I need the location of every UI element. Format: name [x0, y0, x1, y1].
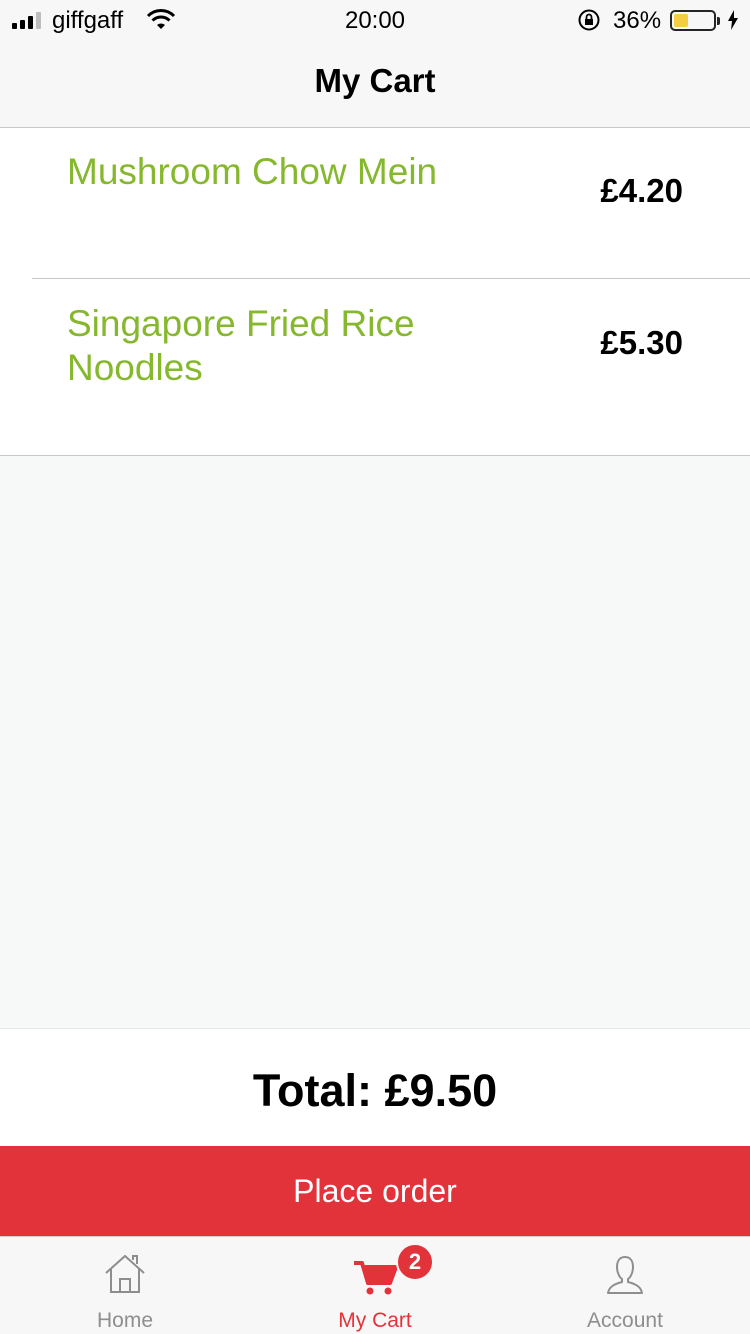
cart-icon — [354, 1261, 398, 1295]
cart-item-name: Mushroom Chow Mein — [67, 151, 438, 192]
cart-item[interactable]: Singapore Fried Rice Noodles £5.30 — [0, 278, 750, 455]
tab-account-label: Account — [587, 1309, 663, 1332]
charging-bolt-icon — [728, 10, 738, 30]
top-bar: giffgaff 20:00 36% My Cart — [0, 0, 750, 128]
tab-home-label: Home — [96, 1309, 154, 1332]
cart-item-name: Singapore Fried Rice Noodles — [67, 303, 415, 388]
cart-item[interactable]: Mushroom Chow Mein £4.20 — [0, 128, 750, 278]
cart-list: Mushroom Chow Mein £4.20 Singapore Fried… — [0, 128, 750, 456]
tab-home[interactable]: Home — [0, 1237, 250, 1334]
cart-count-badge: 2 — [396, 1243, 434, 1281]
cart-total: Total: £9.50 — [252, 1065, 498, 1116]
place-order-button[interactable]: Place order — [0, 1146, 750, 1236]
tab-my-cart-label: My Cart — [338, 1309, 412, 1332]
tab-account[interactable]: Account — [500, 1237, 750, 1334]
page-title: My Cart — [314, 62, 436, 99]
total-panel: Total: £9.50 — [0, 1028, 750, 1146]
tab-my-cart[interactable]: 2 My Cart — [250, 1237, 500, 1334]
account-icon — [607, 1256, 643, 1294]
battery-percent: 36% — [613, 7, 662, 34]
cart-item-price: £5.30 — [600, 324, 683, 361]
orientation-lock-icon — [578, 9, 600, 31]
tab-bar: Home 2 My Cart Account — [0, 1236, 750, 1334]
battery-icon — [670, 10, 720, 31]
home-icon — [105, 1254, 145, 1293]
status-bar: giffgaff 20:00 36% — [0, 0, 750, 40]
cart-item-price: £4.20 — [600, 172, 683, 209]
